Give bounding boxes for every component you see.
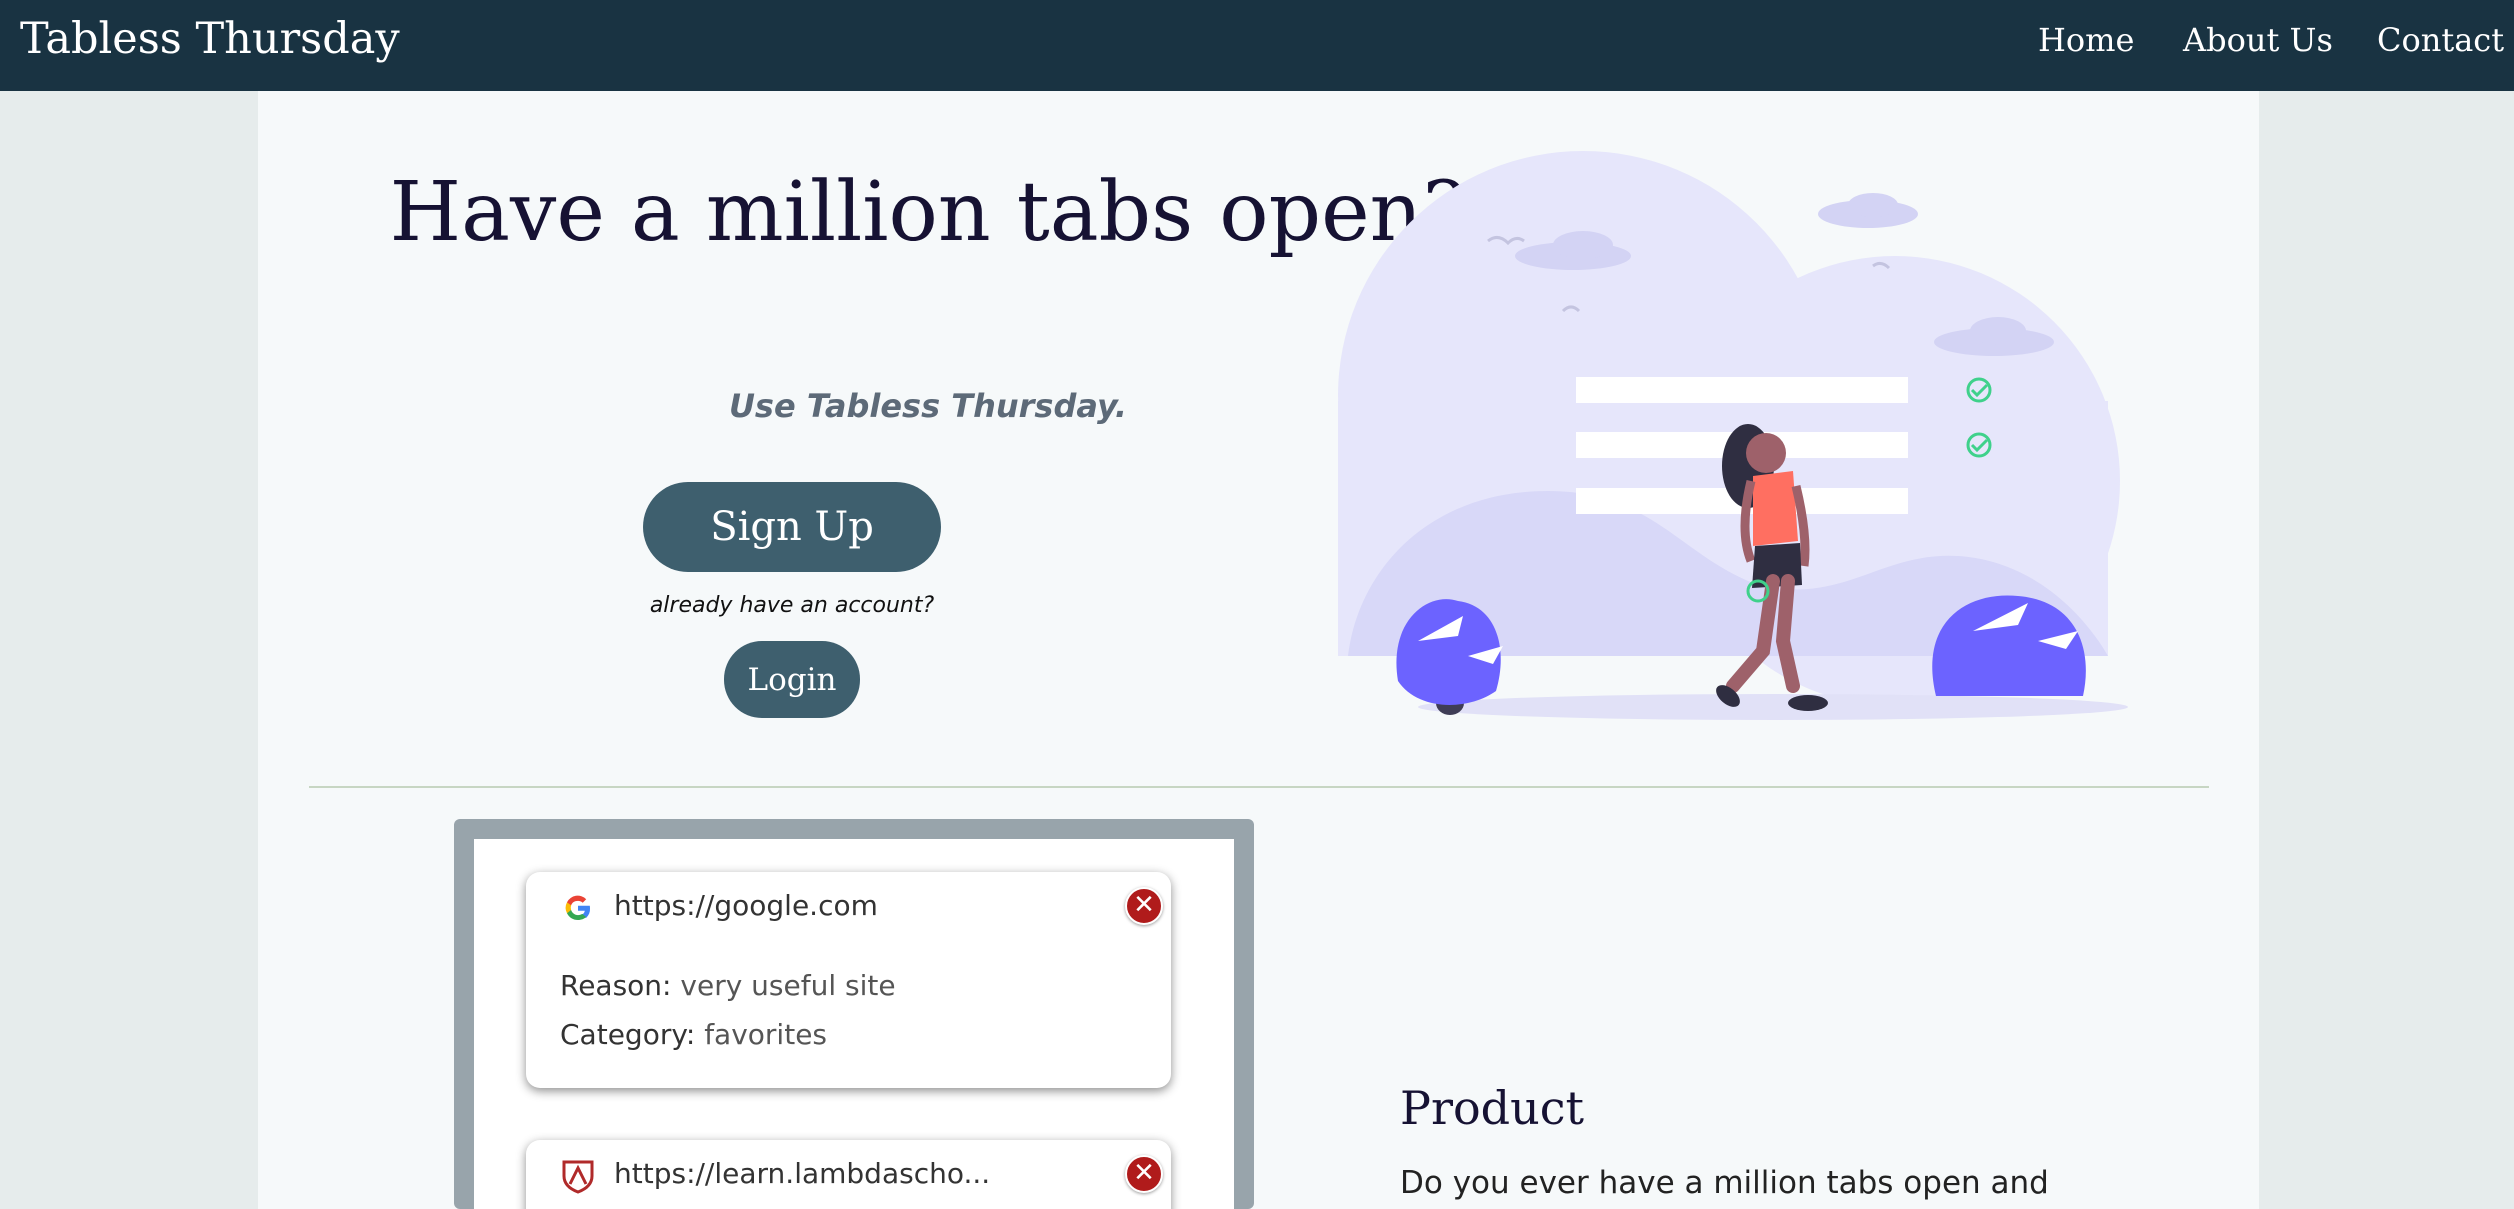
tab-url[interactable]: https://google.com — [614, 889, 878, 922]
signup-button[interactable]: Sign Up — [643, 482, 941, 572]
main-content: Have a million tabs open? Use Tabless Th… — [258, 91, 2259, 1209]
demo-screenshot: https://google.com ✕ Reason: very useful… — [454, 819, 1254, 1209]
category-value: favorites — [704, 1018, 828, 1051]
tab-category: Category: favorites — [560, 1018, 827, 1051]
navbar: Tabless Thursday Home About Us Contact — [0, 0, 2514, 91]
product-text: Do you ever have a million tabs open and — [1400, 1165, 2049, 1201]
section-divider — [309, 786, 2209, 788]
tab-url[interactable]: https://learn.lambdascho... — [614, 1157, 990, 1190]
nav-home-link[interactable]: Home — [2038, 21, 2134, 59]
already-account-text: already have an account? — [649, 593, 935, 618]
close-icon[interactable]: ✕ — [1125, 1155, 1163, 1193]
demo-screenshot-inner: https://google.com ✕ Reason: very useful… — [474, 839, 1234, 1209]
login-button[interactable]: Login — [724, 641, 860, 718]
close-icon[interactable]: ✕ — [1125, 887, 1163, 925]
lambda-shield-icon — [562, 1160, 594, 1194]
nav-contact-link[interactable]: Contact — [2377, 21, 2504, 59]
product-title: Product — [1400, 1081, 1584, 1135]
google-icon — [565, 895, 591, 921]
category-label: Category: — [560, 1018, 696, 1051]
tab-card: https://google.com ✕ Reason: very useful… — [526, 872, 1171, 1088]
tab-card: https://learn.lambdascho... ✕ — [526, 1140, 1171, 1209]
nav-about-link[interactable]: About Us — [2183, 21, 2333, 59]
brand-logo[interactable]: Tabless Thursday — [20, 14, 400, 64]
reason-label: Reason: — [560, 969, 672, 1002]
hero-illustration — [1338, 151, 2128, 720]
tab-reason: Reason: very useful site — [560, 969, 896, 1002]
reason-value: very useful site — [680, 969, 896, 1002]
hero-tagline: Use Tabless Thursday. — [728, 387, 1128, 425]
hero-title: Have a million tabs open? — [389, 165, 1467, 260]
